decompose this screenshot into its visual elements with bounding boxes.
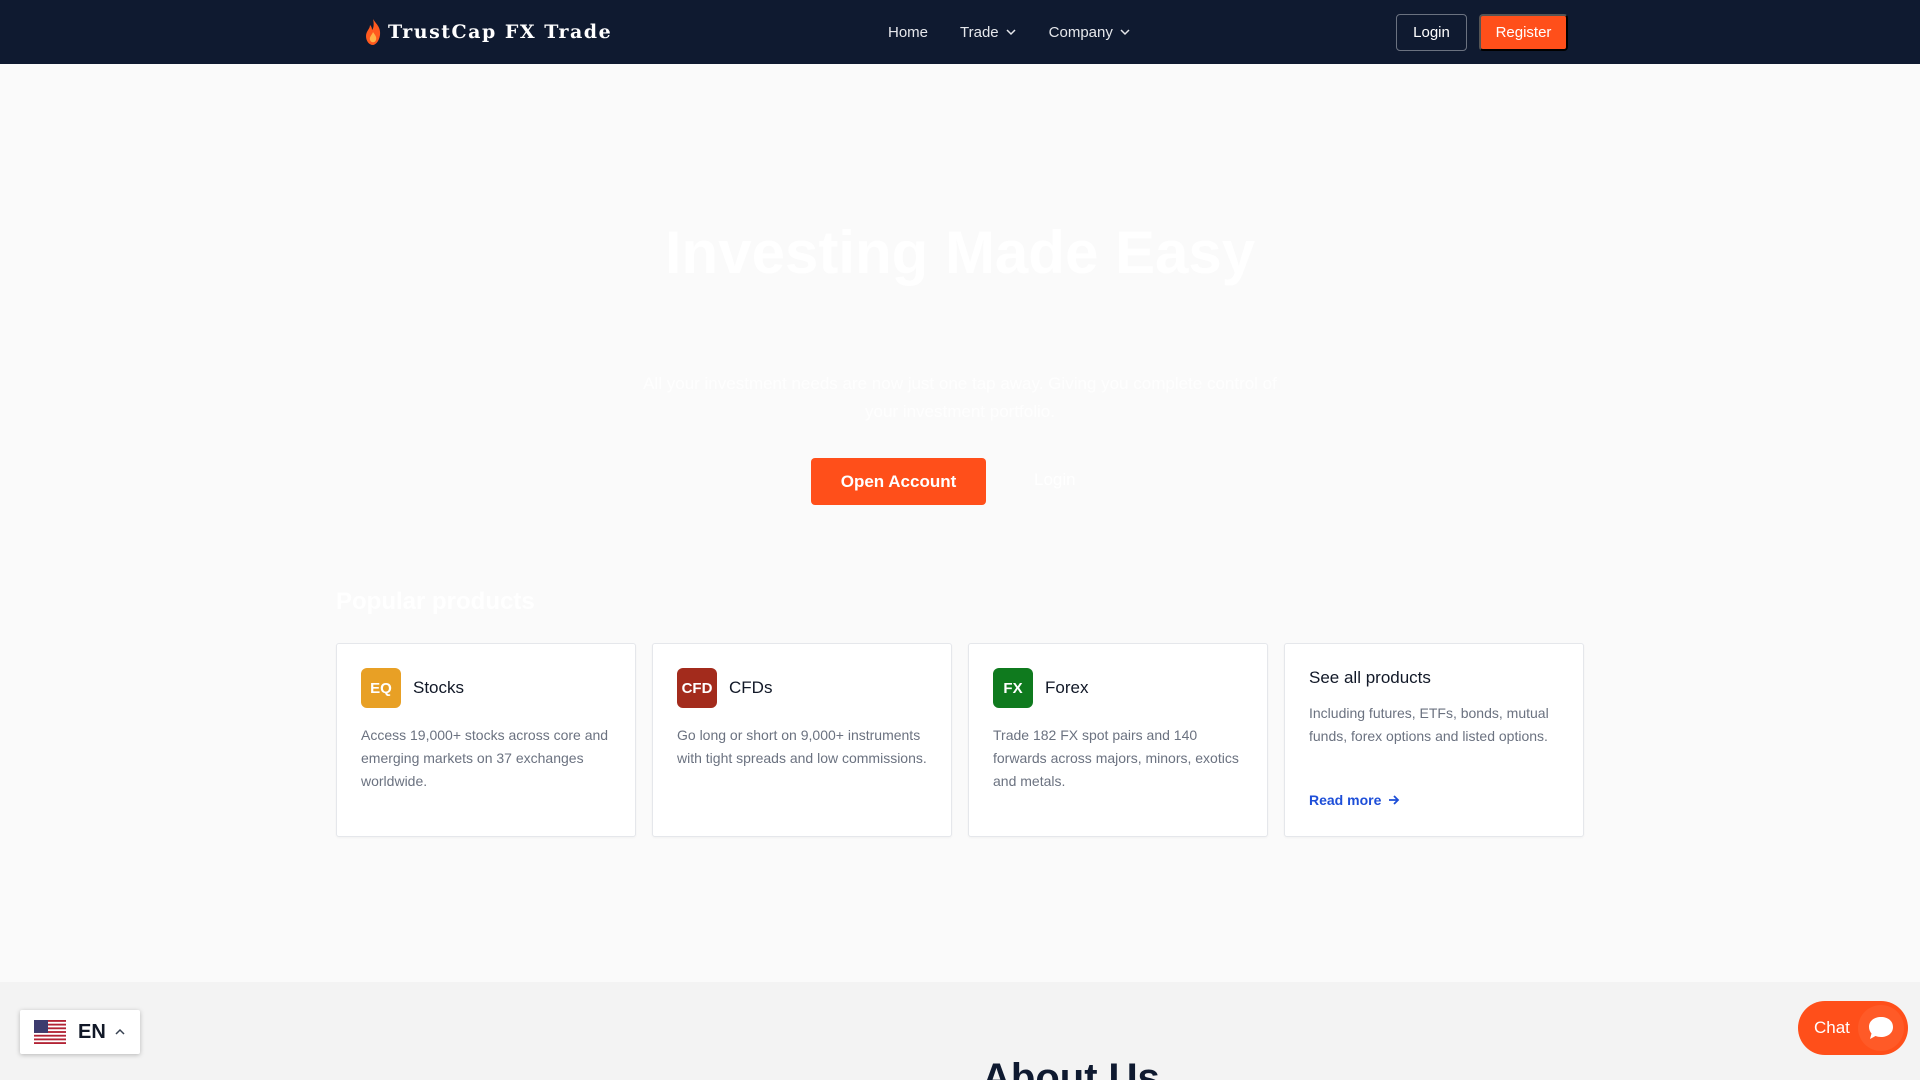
card-title: See all products xyxy=(1309,668,1431,687)
hero-subtitle: All your investment needs are now just o… xyxy=(643,374,1277,421)
card-description: Trade 182 FX spot pairs and 140 forwards… xyxy=(993,727,1239,789)
card-description: Go long or short on 9,000+ instruments w… xyxy=(677,727,927,766)
brand-logo[interactable]: TrustCap FX Trade xyxy=(364,16,612,48)
main-nav: Home Trade Company xyxy=(888,0,1131,64)
nav-home-link[interactable]: Home xyxy=(888,24,928,41)
arrow-right-icon xyxy=(1389,795,1400,805)
login-button[interactable]: Login xyxy=(1396,14,1467,51)
nav-company-label: Company xyxy=(1048,23,1113,41)
language-code: EN xyxy=(78,1020,106,1043)
about-heading: About Us xyxy=(982,1056,1160,1080)
product-card-forex[interactable]: FX Forex Trade 182 FX spot pairs and 140… xyxy=(968,643,1268,837)
chevron-up-icon xyxy=(115,1028,125,1035)
popular-products-heading: Popular products xyxy=(336,588,535,615)
nav-trade-dropdown[interactable]: Trade xyxy=(960,24,1017,41)
us-flag-icon xyxy=(34,1020,66,1044)
chat-bubble xyxy=(1858,1005,1904,1051)
nav-trade-label: Trade xyxy=(960,23,999,41)
language-selector[interactable]: EN xyxy=(20,1010,140,1054)
cfds-badge: CFD xyxy=(677,668,717,708)
product-cards: EQ Stocks Access 19,000+ stocks across c… xyxy=(336,643,1584,837)
top-navbar: TrustCap FX Trade Home Trade Company Log… xyxy=(0,0,1920,64)
card-header: FX Forex xyxy=(993,668,1243,708)
flame-icon xyxy=(366,19,381,45)
about-section xyxy=(0,982,1920,1080)
read-more-label: Read more xyxy=(1309,792,1382,808)
nav-home-label: Home xyxy=(888,23,929,41)
chat-label: Chat xyxy=(1814,1018,1850,1037)
chat-bubble-icon xyxy=(1869,1017,1893,1039)
card-title: Forex xyxy=(1045,678,1089,697)
product-card-stocks[interactable]: EQ Stocks Access 19,000+ stocks across c… xyxy=(336,643,636,837)
card-description: Access 19,000+ stocks across core and em… xyxy=(361,727,609,789)
hero-title: Investing Made Easy xyxy=(664,219,1256,286)
card-header: CFD CFDs xyxy=(677,668,927,708)
card-description: Including futures, ETFs, bonds, mutual f… xyxy=(1309,705,1549,744)
card-title: CFDs xyxy=(729,678,773,697)
chat-widget-button[interactable]: Chat xyxy=(1798,1001,1908,1055)
product-card-all: See all products Including futures, ETFs… xyxy=(1284,643,1584,837)
card-header: EQ Stocks xyxy=(361,668,611,708)
read-more-link[interactable]: Read more xyxy=(1309,792,1401,808)
chevron-down-icon xyxy=(1006,29,1016,36)
brand-name: TrustCap FX Trade xyxy=(388,21,613,43)
hero-login-link[interactable]: Login xyxy=(1034,470,1076,490)
stocks-badge: EQ xyxy=(361,668,401,708)
nav-company-dropdown[interactable]: Company xyxy=(1049,24,1131,41)
open-account-button[interactable]: Open Account xyxy=(811,458,986,505)
card-title: Stocks xyxy=(413,678,465,697)
forex-badge: FX xyxy=(993,668,1033,708)
product-card-cfds[interactable]: CFD CFDs Go long or short on 9,000+ inst… xyxy=(652,643,952,837)
chevron-down-icon xyxy=(1120,29,1130,36)
register-button[interactable]: Register xyxy=(1479,14,1568,51)
